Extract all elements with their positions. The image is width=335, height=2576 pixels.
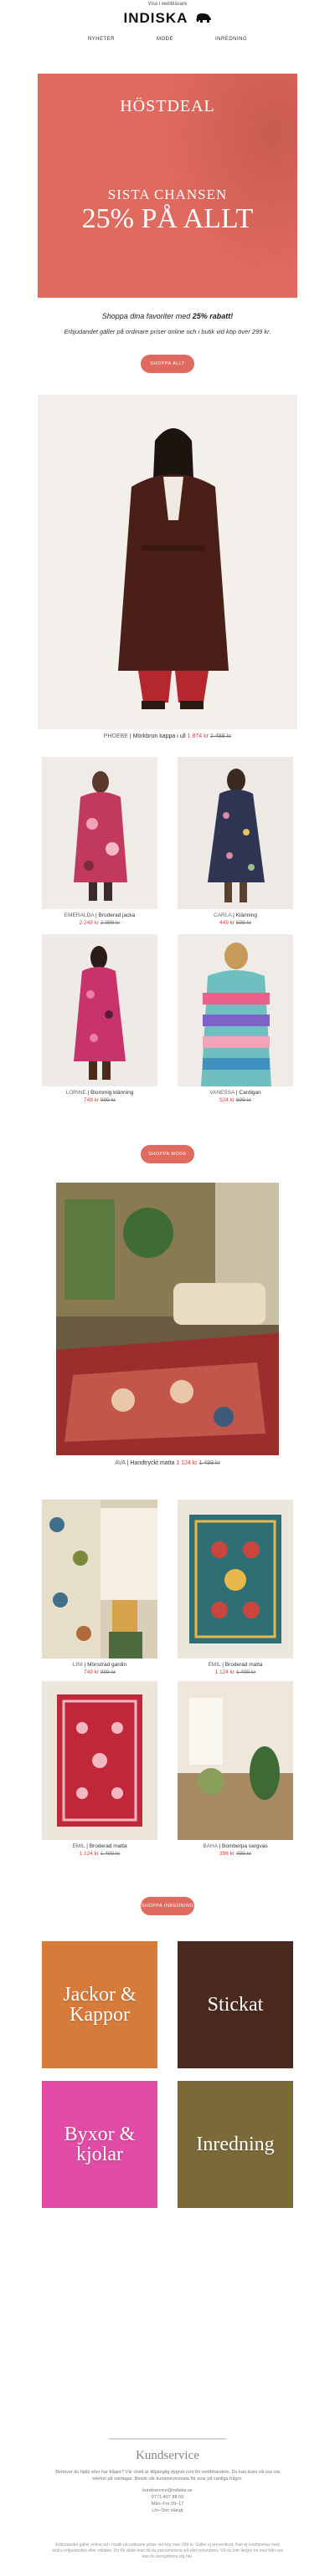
- interior-caption-2[interactable]: EMIL | Broderad matta 1 124 kr 1 499 kr: [178, 1661, 293, 1676]
- pink-dress-illustration: [74, 946, 126, 1080]
- fashion-product-image[interactable]: [42, 934, 157, 1086]
- intro-terms: Erbjudandet gäller på ordinare priser on…: [64, 328, 271, 335]
- interior-product-image[interactable]: [42, 1681, 157, 1840]
- category-label: Inredning: [196, 2134, 275, 2155]
- rug-feature-caption[interactable]: AVA | Handtryckt matta 1 124 kr 1 499 kr: [0, 1460, 335, 1466]
- view-in-browser-link[interactable]: Visa i webbläsare: [0, 2, 335, 7]
- hero-banner[interactable]: HÖSTDEAL SISTA CHANSEN 25% PÅ ALLT: [38, 74, 297, 298]
- nav-inredning[interactable]: INREDNING: [215, 37, 247, 42]
- category-tile-trousers-skirts[interactable]: Byxor & kjolar: [42, 2081, 157, 2208]
- interior-product-image[interactable]: [178, 1681, 293, 1840]
- featured-product-image[interactable]: [38, 395, 297, 729]
- curtain-illustration: [42, 1500, 157, 1659]
- category-tile-knitwear[interactable]: Stickat: [178, 1941, 293, 2068]
- living-room-illustration: [56, 1183, 279, 1455]
- customer-service-phone[interactable]: 0771-407 88 00: [50, 2494, 285, 2501]
- hero-kicker: HÖSTDEAL: [120, 97, 215, 115]
- embroidered-jacket-illustration: [74, 771, 127, 901]
- elephant-icon: [196, 13, 211, 23]
- fashion-caption-1[interactable]: EMERALDA | Broderad jacka 2 249 kr 2 999…: [42, 912, 157, 927]
- category-tile-interior[interactable]: Inredning: [178, 2081, 293, 2208]
- divider: [109, 2438, 226, 2440]
- fashion-product-image[interactable]: [178, 757, 293, 909]
- striped-cardigan-illustration: [201, 943, 271, 1086]
- footer-legal: Erbjudandet gäller online och i butik på…: [51, 2543, 284, 2559]
- category-tile-jackets[interactable]: Jackor & Kappor: [42, 1941, 157, 2068]
- hero-line-1: SISTA CHANSEN: [107, 187, 228, 202]
- customer-service-title: Kundservice: [136, 2449, 199, 2462]
- nav-mode[interactable]: MODE: [157, 37, 173, 42]
- embroidered-rug-illustration: [189, 1515, 281, 1643]
- top-nav: NYHETER MODE INREDNING: [0, 37, 335, 42]
- customer-service-hours: Mån–Fre 09–17: [151, 2502, 184, 2507]
- interior-caption-3[interactable]: EMIL | Broderad matta 1 124 kr 1 499 kr: [42, 1843, 157, 1858]
- featured-caption[interactable]: PHOEBE | Mörkbrun kappa i ull 1 874 kr 2…: [0, 733, 335, 739]
- interior-caption-1[interactable]: LINI | Mönstrad gardin 749 kr 999 kr: [42, 1661, 157, 1676]
- intro-text: Shoppa dina favoriter med 25% rabatt!: [101, 312, 234, 320]
- interior-caption-4[interactable]: BAHA | Bomberpa vargvas 396 kr 499 kr: [178, 1843, 293, 1858]
- fashion-caption-4[interactable]: VANESSA | Cardigan 524 kr 699 kr: [178, 1089, 293, 1104]
- fashion-caption-2[interactable]: CARLA | Klänning 449 kr 599 kr: [178, 912, 293, 927]
- vase-illustration: [178, 1681, 293, 1840]
- fashion-product-image[interactable]: [178, 934, 293, 1086]
- category-label: Stickat: [207, 1994, 264, 2016]
- floral-dress-illustration: [208, 769, 265, 902]
- red-rug-illustration: [57, 1694, 142, 1827]
- customer-service-info: Behöver du hjälp eller har frågor? Vår c…: [50, 2469, 285, 2514]
- shop-interior-button[interactable]: SHOPPA INREDNING: [141, 1897, 194, 1915]
- brand-name: INDISKA: [123, 10, 188, 26]
- fashion-caption-3[interactable]: LORINE | Blommig klänning 749 kr 999 kr: [42, 1089, 157, 1104]
- model-in-coat-illustration: [118, 428, 229, 709]
- interior-product-image[interactable]: [42, 1500, 157, 1659]
- category-label: Jackor & Kappor: [63, 1984, 137, 2026]
- shop-fashion-button[interactable]: SHOPPA MODE: [141, 1145, 194, 1163]
- nav-nyheter[interactable]: NYHETER: [88, 37, 115, 42]
- category-label: Byxor & kjolar: [64, 2124, 136, 2165]
- customer-service-body: Behöver du hjälp eller har frågor? Vår c…: [55, 2470, 280, 2481]
- shop-all-button[interactable]: SHOPPA ALLT: [141, 355, 194, 373]
- customer-service-extra: Lör–Sön stängt: [152, 2508, 183, 2513]
- hero-line-2: 25% PÅ ALLT: [81, 203, 254, 234]
- fashion-product-image[interactable]: [42, 757, 157, 909]
- customer-service-email[interactable]: kundservice@indiska.se: [50, 2487, 285, 2494]
- brand-logo[interactable]: INDISKA: [0, 10, 335, 27]
- rug-room-image[interactable]: [56, 1183, 279, 1455]
- interior-product-image[interactable]: [178, 1500, 293, 1659]
